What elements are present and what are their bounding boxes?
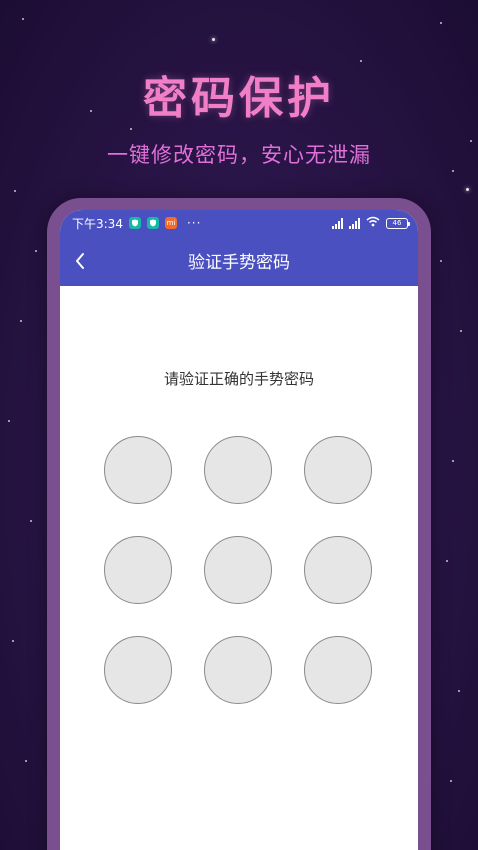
gesture-point-7[interactable] [104, 636, 172, 704]
battery-icon: 46 [386, 217, 410, 229]
gesture-point-4[interactable] [104, 536, 172, 604]
phone-screen: 下午3:34 mi ··· 46 验证手势密码 请验证正确的手势密码 [60, 210, 418, 850]
gesture-point-3[interactable] [304, 436, 372, 504]
gesture-point-9[interactable] [304, 636, 372, 704]
signal-icon [349, 217, 360, 229]
status-bar: 下午3:34 mi ··· 46 [60, 210, 418, 236]
status-time: 下午3:34 [72, 216, 123, 231]
gesture-point-2[interactable] [204, 436, 272, 504]
gesture-point-1[interactable] [104, 436, 172, 504]
gesture-pattern-grid[interactable] [104, 436, 374, 706]
gesture-prompt: 请验证正确的手势密码 [163, 370, 314, 388]
gesture-point-8[interactable] [204, 636, 272, 704]
page-title: 验证手势密码 [188, 253, 290, 273]
hero-title: 密码保护 [143, 73, 335, 124]
shield-app-icon [128, 217, 141, 229]
app-header: 下午3:34 mi ··· 46 验证手势密码 [60, 210, 418, 286]
status-indicators: 46 [332, 216, 410, 230]
gesture-point-6[interactable] [304, 536, 372, 604]
signal-icon [332, 217, 343, 229]
more-notifications-icon: ··· [186, 216, 202, 230]
hero-subtitle: 一键修改密码，安心无泄漏 [107, 143, 371, 167]
mi-app-icon: mi [164, 217, 177, 229]
gesture-point-5[interactable] [204, 536, 272, 604]
shield-app-icon [146, 217, 159, 229]
wifi-icon [366, 216, 380, 230]
